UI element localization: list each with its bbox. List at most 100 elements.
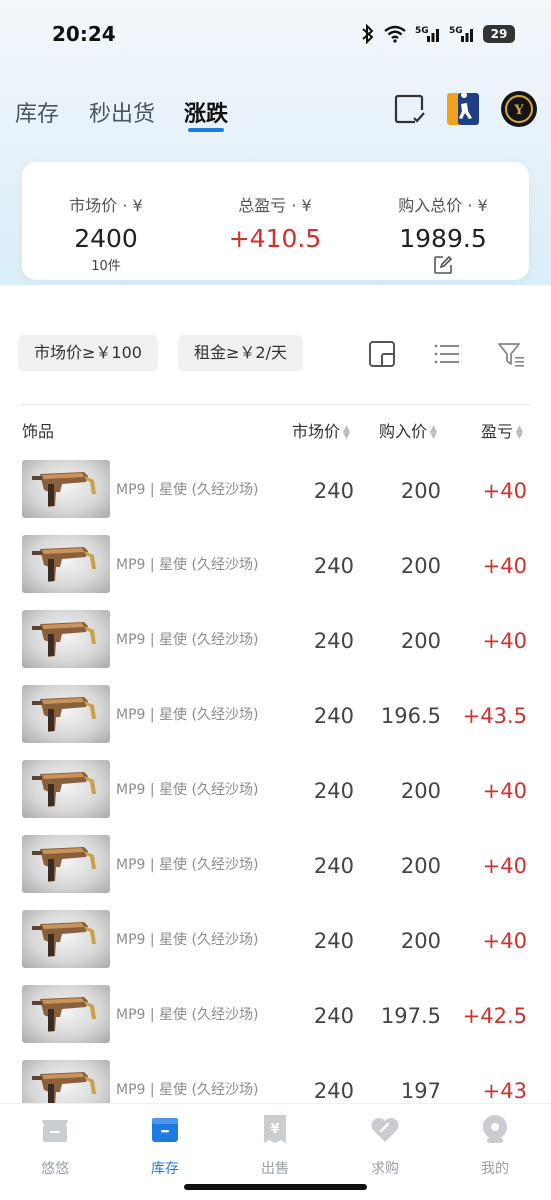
profit-loss: +40 (482, 629, 527, 653)
item-name: MP9 | 星使 (久经沙场) (116, 932, 259, 948)
bottom-nav-sell[interactable]: ¥ 出售 (235, 1112, 315, 1178)
market-price: 240 (313, 479, 354, 503)
buy-price: 200 (400, 779, 441, 803)
buy-price: 197 (400, 1079, 441, 1103)
wifi-icon (384, 25, 406, 43)
bottom-nav-label: 悠悠 (41, 1161, 69, 1177)
table-row[interactable]: MP9 | 星使 (久经沙场) 240 200 +40 (0, 605, 551, 680)
table-row[interactable]: MP9 | 星使 (久经沙场) 240 200 +40 (0, 530, 551, 605)
net2-label: 5G (449, 26, 463, 36)
header-pnl-sort[interactable]: 盈亏 ▲ ▼ (481, 418, 523, 442)
signal-5g-icon-2: 5G (449, 26, 473, 42)
item-thumbnail (22, 460, 110, 518)
mp9-weapon-icon (32, 847, 96, 882)
battery-indicator: 29 (483, 25, 515, 43)
market-price-filter-chip[interactable]: 市场价≥￥100 (18, 335, 158, 371)
checklist-icon[interactable] (393, 92, 427, 126)
item-name: MP9 | 星使 (久经沙场) (116, 857, 259, 873)
edit-icon[interactable] (433, 255, 453, 275)
item-thumbnail (22, 535, 110, 593)
top-nav: 库存 秒出货 涨跌 Y (0, 86, 551, 136)
header-market-sort[interactable]: 市场价 ▲ ▼ (292, 418, 350, 442)
profit-loss: +40 (482, 854, 527, 878)
filter-icon[interactable] (497, 340, 525, 368)
item-name: MP9 | 星使 (久经沙场) (116, 1082, 259, 1098)
store-icon (42, 1120, 68, 1142)
profile-icon (483, 1115, 507, 1143)
header-item: 饰品 (22, 422, 55, 441)
mp9-weapon-icon (32, 697, 96, 732)
signal-5g-icon: 5G (415, 26, 439, 42)
item-thumbnail (22, 610, 110, 668)
item-name: MP9 | 星使 (久经沙场) (116, 632, 259, 648)
grid-view-icon[interactable] (368, 340, 396, 368)
header-pnl-label: 盈亏 (481, 422, 514, 441)
item-thumbnail (22, 835, 110, 893)
item-name: MP9 | 星使 (久经沙场) (116, 482, 259, 498)
mp9-weapon-icon (32, 622, 96, 657)
active-tab-indicator (188, 128, 224, 132)
summary-market: 市场价 · ¥ 2400 10件 (26, 192, 186, 274)
mp9-weapon-icon (32, 922, 96, 957)
rent-filter-chip[interactable]: 租金≥￥2/天 (178, 335, 303, 371)
profit-loss: +43 (482, 1079, 527, 1103)
sort-icon: ▲ ▼ (343, 423, 350, 441)
divider (20, 404, 531, 405)
summary-card: 市场价 · ¥ 2400 10件 总盈亏 · ¥ +410.5 购入总价 · ¥… (22, 162, 529, 280)
bottom-nav-label: 我的 (481, 1161, 509, 1177)
table-row[interactable]: MP9 | 星使 (久经沙场) 240 200 +40 (0, 830, 551, 905)
market-price: 240 (313, 1079, 354, 1103)
summary-profit: 总盈亏 · ¥ +410.5 (195, 192, 355, 253)
bottom-nav-inventory[interactable]: 库存 (125, 1112, 205, 1178)
net1-label: 5G (415, 26, 429, 36)
buy-price: 200 (400, 854, 441, 878)
buy-price: 200 (400, 929, 441, 953)
buy-price: 197.5 (380, 1004, 441, 1028)
profit-loss: +40 (482, 929, 527, 953)
market-total-value: 2400 (74, 224, 138, 253)
buy-price: 200 (400, 479, 441, 503)
market-price: 240 (313, 629, 354, 653)
tab-inventory[interactable]: 库存 (15, 96, 59, 128)
heart-icon (371, 1118, 399, 1142)
mp9-weapon-icon (32, 547, 96, 582)
item-name: MP9 | 星使 (久经沙场) (116, 557, 259, 573)
market-price: 240 (313, 929, 354, 953)
table-row[interactable]: MP9 | 星使 (久经沙场) 240 200 +40 (0, 755, 551, 830)
tab-quick-sell[interactable]: 秒出货 (89, 96, 155, 128)
bottom-nav-buy-request[interactable]: 求购 (345, 1112, 425, 1178)
header-market-label: 市场价 (292, 422, 341, 441)
bottom-nav-profile[interactable]: 我的 (455, 1112, 535, 1178)
header-buy-label: 购入价 (379, 422, 428, 441)
header-buy-sort[interactable]: 购入价 ▲ ▼ (379, 418, 437, 442)
bottom-nav-label: 求购 (371, 1161, 399, 1177)
table-row[interactable]: MP9 | 星使 (久经沙场) 240 200 +40 (0, 455, 551, 530)
bottom-nav-label: 出售 (261, 1161, 289, 1177)
status-bar: 20:24 5G 5G 29 (0, 0, 551, 72)
profit-loss: +40 (482, 479, 527, 503)
bluetooth-icon (362, 24, 374, 44)
total-cost-value: 1989.5 (399, 224, 487, 253)
item-name: MP9 | 星使 (久经沙场) (116, 782, 259, 798)
table-header: 饰品 市场价 ▲ ▼ 购入价 ▲ ▼ 盈亏 ▲ ▼ (0, 418, 551, 442)
list-view-icon[interactable] (433, 340, 461, 368)
tab-price-change[interactable]: 涨跌 (184, 96, 228, 128)
profit-loss: +40 (482, 779, 527, 803)
market-price: 240 (313, 704, 354, 728)
market-price: 240 (313, 779, 354, 803)
table-row[interactable]: MP9 | 星使 (久经沙场) 240 197.5 +42.5 (0, 980, 551, 1055)
total-cost-label: 购入总价 · ¥ (398, 196, 488, 215)
profit-loss: +43.5 (462, 704, 527, 728)
table-row[interactable]: MP9 | 星使 (久经沙场) 240 200 +40 (0, 905, 551, 980)
game-logo-icon[interactable] (446, 92, 480, 126)
item-list: MP9 | 星使 (久经沙场) 240 200 +40 MP9 | 星使 (久经沙场) 2… (0, 455, 551, 1130)
total-profit-value: +410.5 (228, 224, 322, 253)
sort-icon: ▲ ▼ (430, 423, 437, 441)
home-indicator (184, 1184, 367, 1190)
table-row[interactable]: MP9 | 星使 (久经沙场) 240 196.5 +43.5 (0, 680, 551, 755)
buy-price: 200 (400, 554, 441, 578)
avatar[interactable]: Y (500, 90, 538, 128)
mp9-weapon-icon (32, 472, 96, 507)
bottom-nav-home[interactable]: 悠悠 (15, 1112, 95, 1178)
inventory-box-icon (152, 1118, 178, 1142)
